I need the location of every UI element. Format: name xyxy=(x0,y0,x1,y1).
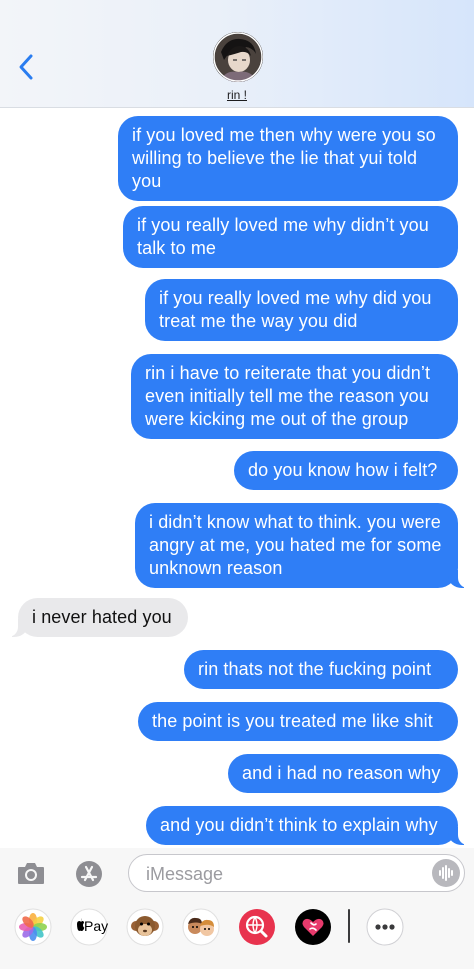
app-strip-divider xyxy=(348,909,350,943)
back-button[interactable] xyxy=(14,50,40,84)
app-drawer: Pay xyxy=(0,898,474,969)
message-text: and you didn’t think to explain why xyxy=(160,815,438,835)
web-search-icon xyxy=(239,909,275,945)
message-bubble-outgoing[interactable]: if you loved me then why were you so wil… xyxy=(118,116,458,201)
camera-button[interactable] xyxy=(16,860,46,886)
audio-button[interactable] xyxy=(432,859,460,887)
apple-pay-label: Pay xyxy=(84,918,109,934)
memoji-icon xyxy=(182,908,220,946)
photos-icon xyxy=(14,908,52,946)
message-bubble-incoming[interactable]: i never hated you xyxy=(6,598,188,637)
message-text: and i had no reason why xyxy=(242,763,441,783)
message-text: if you loved me then why were you so wil… xyxy=(132,125,436,191)
conversation-header: rin ! xyxy=(0,0,474,108)
contact-name[interactable]: rin ! xyxy=(0,88,474,102)
message-text: rin i have to reiterate that you didn’t … xyxy=(145,363,431,429)
more-apps-icon xyxy=(366,908,404,946)
chevron-left-icon xyxy=(19,54,33,80)
app-store-icon xyxy=(76,861,102,887)
message-bubble-outgoing[interactable]: and you didn’t think to explain why xyxy=(146,806,470,845)
message-thread: if you loved me then why were you so wil… xyxy=(0,108,474,848)
message-text: if you really loved me why didn’t you ta… xyxy=(137,215,429,258)
message-bubble-outgoing[interactable]: the point is you treated me like shit xyxy=(138,702,458,741)
message-bubble-outgoing[interactable]: rin i have to reiterate that you didn’t … xyxy=(131,354,458,439)
digital-touch-icon xyxy=(295,909,331,945)
app-store-button[interactable] xyxy=(74,860,104,887)
message-bubble-outgoing[interactable]: if you really loved me why didn’t you ta… xyxy=(123,206,458,268)
message-text: i never hated you xyxy=(32,607,172,627)
avatar[interactable] xyxy=(213,32,263,82)
compose-bar xyxy=(0,848,474,898)
message-bubble-outgoing[interactable]: do you know how i felt? xyxy=(234,451,458,490)
message-bubble-outgoing[interactable]: i didn’t know what to think. you were an… xyxy=(135,503,470,588)
message-text: do you know how i felt? xyxy=(248,460,438,480)
digital-touch-button[interactable] xyxy=(294,908,332,946)
memoji-button[interactable] xyxy=(182,908,220,946)
more-apps-button[interactable] xyxy=(366,908,404,946)
web-search-button[interactable] xyxy=(238,908,276,946)
message-text: if you really loved me why did you treat… xyxy=(159,288,432,331)
avatar-image xyxy=(213,32,263,82)
message-bubble-outgoing[interactable]: and i had no reason why xyxy=(228,754,458,793)
waveform-icon xyxy=(439,865,453,881)
apple-pay-button[interactable]: Pay xyxy=(67,908,111,946)
message-text: the point is you treated me like shit xyxy=(152,711,433,731)
message-field[interactable] xyxy=(128,854,465,892)
monkey-memoji-icon xyxy=(126,908,164,946)
monkey-memoji-button[interactable] xyxy=(126,908,164,946)
message-text: i didn’t know what to think. you were an… xyxy=(149,512,442,578)
message-text: rin thats not the fucking point xyxy=(198,659,432,679)
message-input[interactable] xyxy=(146,862,416,886)
camera-icon xyxy=(18,863,44,884)
message-bubble-outgoing[interactable]: rin thats not the fucking point xyxy=(184,650,458,689)
photos-app-button[interactable] xyxy=(14,908,52,946)
message-bubble-outgoing[interactable]: if you really loved me why did you treat… xyxy=(145,279,458,341)
